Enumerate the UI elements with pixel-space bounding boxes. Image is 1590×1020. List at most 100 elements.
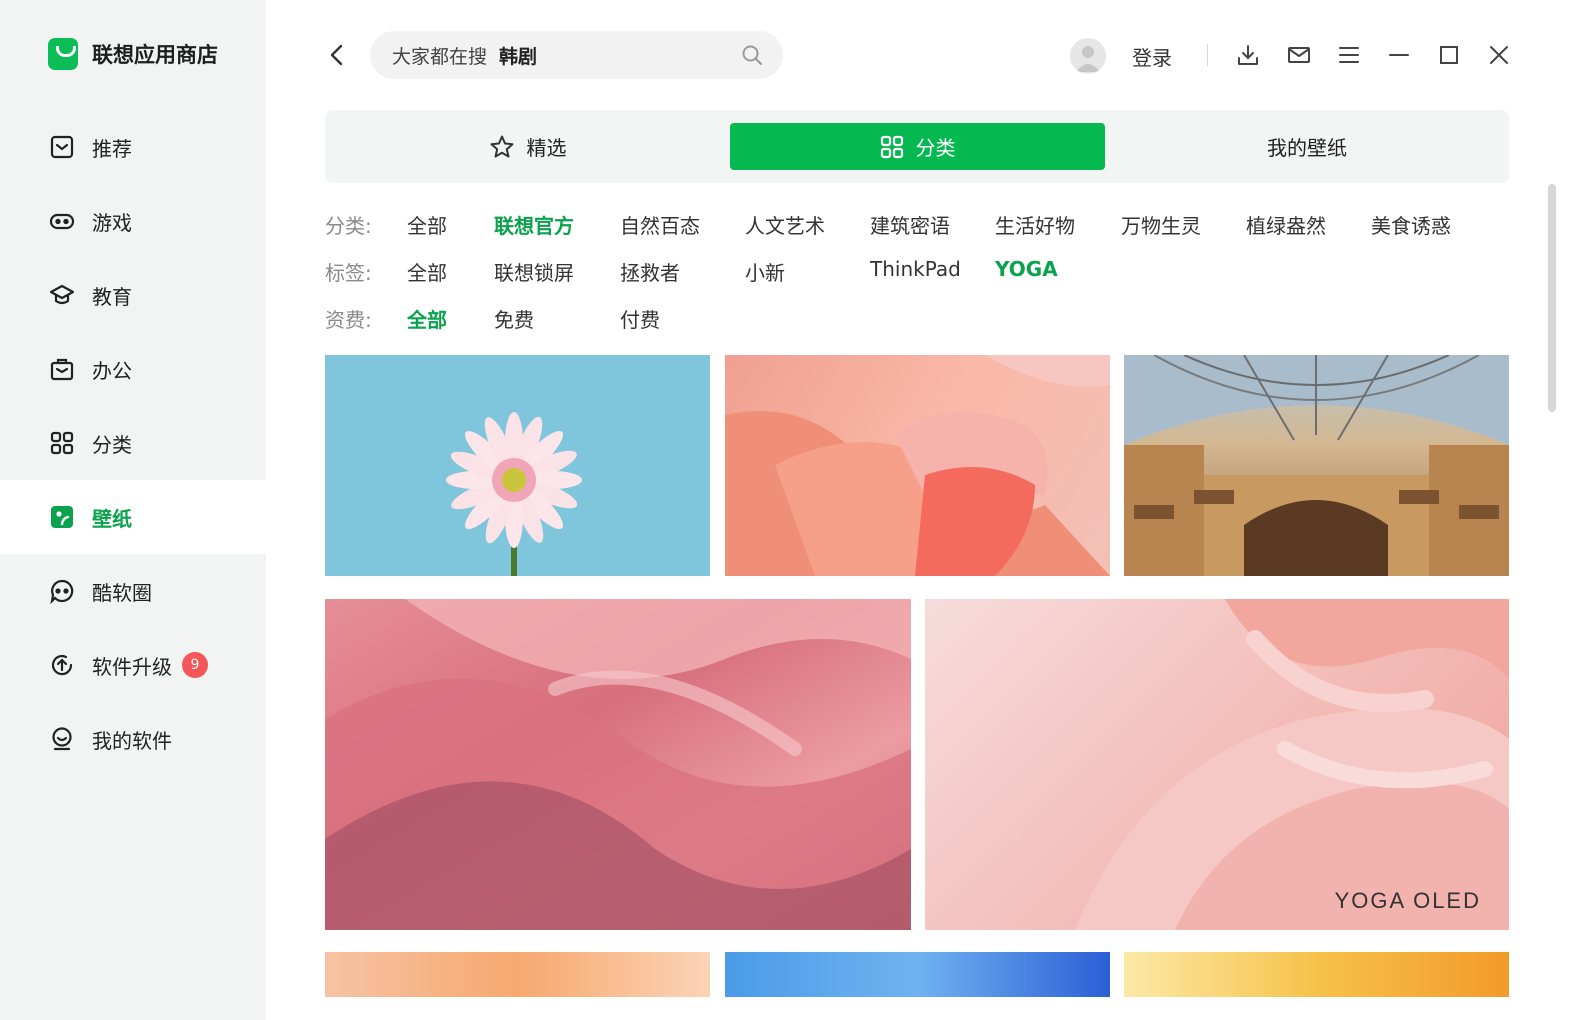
filter-option[interactable]: 全部 [407, 210, 447, 239]
maximize-icon [1440, 46, 1458, 64]
maximize-button[interactable] [1436, 42, 1462, 68]
filter-label: 分类: [325, 214, 372, 238]
mail-button[interactable] [1286, 42, 1312, 68]
sidebar-item-label: 软件升级 [92, 654, 172, 679]
recommend-icon [48, 133, 76, 161]
sidebar: 联想应用商店 推荐 游戏 教育 办公 分类 壁纸 酷软圈 软件升级 9 我的软件 [0, 0, 266, 1020]
wallpaper-tabbar: 精选 分类 我的壁纸 [325, 110, 1509, 183]
filter-label: 资费: [325, 308, 372, 332]
app-logo-icon [48, 38, 78, 70]
sidebar-item-label: 办公 [92, 358, 132, 383]
search-input[interactable]: 大家都在搜 韩剧 [370, 31, 783, 79]
filter-option[interactable]: 美食诱惑 [1371, 210, 1451, 239]
pink-silk-wallpaper[interactable] [325, 599, 911, 930]
filter-option[interactable]: 联想锁屏 [494, 257, 574, 286]
filter-option[interactable]: 人文艺术 [745, 210, 825, 239]
sidebar-item-education[interactable]: 教育 [0, 258, 266, 332]
search-icon[interactable] [741, 44, 763, 70]
grid-icon [880, 135, 904, 159]
tab-label: 分类 [915, 136, 956, 160]
search-hot-keyword[interactable]: 韩剧 [499, 42, 537, 69]
briefcase-icon [48, 355, 76, 383]
wallpaper-icon [48, 503, 76, 531]
sidebar-item-label: 壁纸 [92, 506, 132, 531]
close-button[interactable] [1486, 42, 1512, 68]
my-software-icon [48, 725, 76, 753]
coral-ribbon-wallpaper[interactable] [725, 355, 1110, 576]
filter-option[interactable]: 生活好物 [995, 210, 1075, 239]
update-count-badge: 9 [182, 652, 208, 678]
category-filter-row: 分类: 全部 联想官方 自然百态 人文艺术 建筑密语 生活好物 万物生灵 植绿盎… [325, 210, 1509, 240]
close-icon [1490, 46, 1508, 64]
silk-image [325, 599, 911, 930]
ribbon-image [725, 355, 1110, 576]
sidebar-item-category[interactable]: 分类 [0, 406, 266, 480]
menu-icon [1339, 47, 1359, 63]
filter-option[interactable]: 小新 [745, 257, 785, 286]
filter-option[interactable]: ThinkPad [870, 257, 961, 281]
user-icon [1076, 46, 1100, 72]
filter-option[interactable]: 植绿盎然 [1246, 210, 1326, 239]
filter-option-selected[interactable]: YOGA [995, 257, 1058, 281]
graduation-cap-icon [48, 281, 76, 309]
search-placeholder: 大家都在搜 [392, 45, 488, 68]
filter-option[interactable]: 建筑密语 [870, 210, 950, 239]
download-button[interactable] [1235, 42, 1261, 68]
brand: 联想应用商店 [48, 38, 218, 70]
tab-label: 我的壁纸 [1267, 136, 1347, 160]
chevron-left-icon [330, 44, 343, 66]
sidebar-item-office[interactable]: 办公 [0, 332, 266, 406]
filter-option-selected[interactable]: 全部 [407, 304, 447, 333]
app-name: 联想应用商店 [92, 43, 218, 67]
filter-option[interactable]: 付费 [620, 304, 660, 333]
sidebar-item-label: 酷软圈 [92, 580, 152, 605]
yellow-orange-wallpaper[interactable] [1124, 952, 1509, 997]
mail-icon [1288, 47, 1310, 63]
minimize-button[interactable] [1386, 42, 1412, 68]
galleria-dome-wallpaper[interactable] [1124, 355, 1509, 576]
peach-layers-wallpaper[interactable] [325, 952, 710, 997]
flower-image [446, 412, 582, 576]
sidebar-item-recommend[interactable]: 推荐 [0, 110, 266, 184]
filter-option[interactable]: 免费 [494, 304, 534, 333]
scrollbar[interactable] [1548, 184, 1556, 412]
sidebar-item-my-software[interactable]: 我的软件 [0, 702, 266, 776]
avatar[interactable] [1070, 38, 1106, 74]
architecture-image [1124, 355, 1509, 576]
upgrade-icon [48, 651, 76, 679]
minimize-icon [1389, 54, 1409, 56]
filter-option[interactable]: 自然百态 [620, 210, 700, 239]
gamepad-icon [48, 207, 76, 235]
tab-featured[interactable]: 精选 [325, 123, 730, 170]
sidebar-item-label: 推荐 [92, 136, 132, 161]
filter-label: 标签: [325, 261, 372, 285]
login-link[interactable]: 登录 [1132, 42, 1172, 71]
sidebar-item-wallpaper[interactable]: 壁纸 [0, 480, 266, 554]
sidebar-item-cool-software[interactable]: 酷软圈 [0, 554, 266, 628]
chat-bubble-icon [48, 577, 76, 605]
tab-category[interactable]: 分类 [730, 123, 1105, 170]
sidebar-nav: 推荐 游戏 教育 办公 分类 壁纸 酷软圈 软件升级 9 我的软件 [0, 110, 266, 776]
tab-my-wallpapers[interactable]: 我的壁纸 [1105, 123, 1509, 170]
filter-option-selected[interactable]: 联想官方 [494, 210, 574, 239]
back-button[interactable] [322, 40, 352, 70]
tab-label: 精选 [526, 136, 567, 160]
gerbera-flower-wallpaper[interactable] [325, 355, 710, 576]
sidebar-item-label: 游戏 [92, 210, 132, 235]
tag-filter-row: 标签: 全部 联想锁屏 拯救者 小新 ThinkPad YOGA [325, 257, 1509, 287]
filter-option[interactable]: 全部 [407, 257, 447, 286]
sidebar-item-games[interactable]: 游戏 [0, 184, 266, 258]
filter-option[interactable]: 拯救者 [620, 257, 680, 286]
menu-button[interactable] [1336, 42, 1362, 68]
blue-abstract-wallpaper[interactable] [725, 952, 1110, 997]
download-icon [1238, 45, 1258, 65]
toolbar-divider [1207, 44, 1208, 66]
waves-image [1075, 599, 1509, 930]
filter-option[interactable]: 万物生灵 [1121, 210, 1201, 239]
sidebar-item-label: 教育 [92, 284, 132, 309]
price-filter-row: 资费: 全部 免费 付费 [325, 304, 1509, 334]
sidebar-item-upgrade[interactable]: 软件升级 9 [0, 628, 266, 702]
grid-icon [48, 429, 76, 457]
pink-waves-wallpaper[interactable]: YOGA OLED [925, 599, 1509, 930]
yoga-watermark: YOGA OLED [1334, 888, 1481, 913]
